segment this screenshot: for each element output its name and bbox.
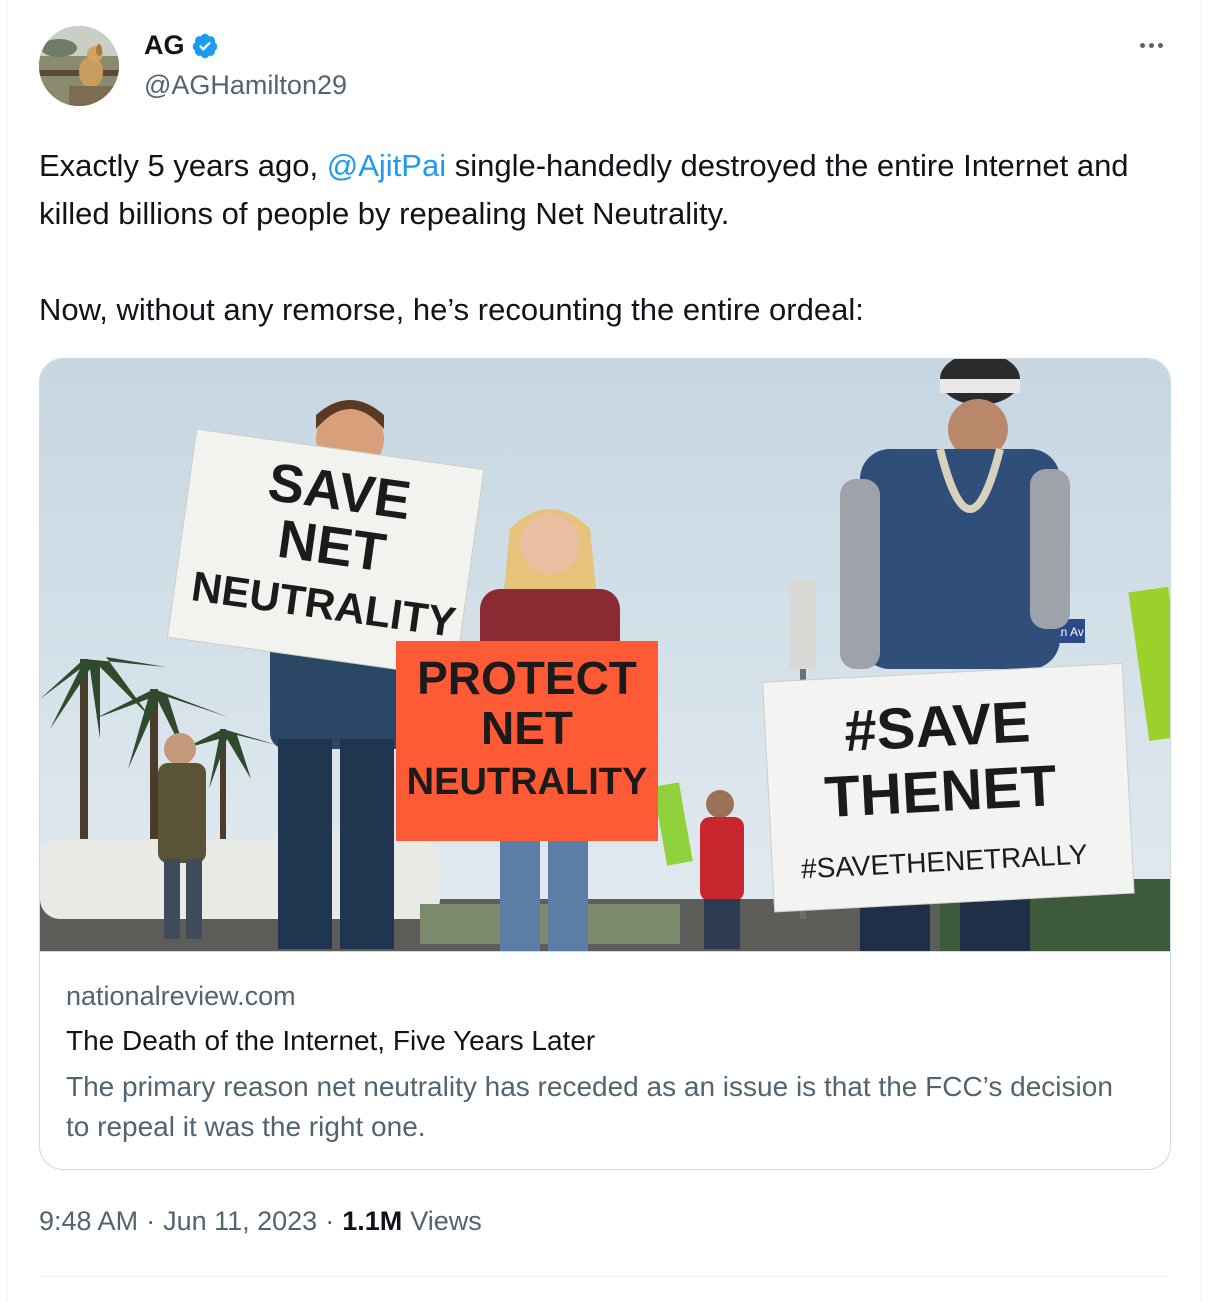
- verified-badge-icon[interactable]: [191, 32, 219, 60]
- card-title[interactable]: The Death of the Internet, Five Years La…: [66, 1025, 595, 1057]
- sign-right-line-1: #SAVE: [843, 689, 1032, 764]
- dot: [1148, 42, 1154, 48]
- sign-center-line-3: NEUTRALITY: [407, 761, 648, 803]
- dog-photo-avatar-icon: [39, 26, 119, 106]
- views-label[interactable]: Views: [410, 1206, 482, 1237]
- sign-right-line-2: THENET: [823, 753, 1058, 830]
- card-image[interactable]: Ocean Av: [40, 359, 1170, 952]
- sign-save-net-neutrality: SAVE NET NEUTRALITY: [166, 428, 485, 679]
- sign-center-line-2: NET: [481, 702, 573, 754]
- tweet-time[interactable]: 9:48 AM: [39, 1206, 138, 1237]
- dot: [1157, 42, 1163, 48]
- meta-separator: ·: [146, 1206, 156, 1236]
- card-description[interactable]: The primary reason net neutrality has re…: [66, 1067, 1126, 1147]
- card-domain[interactable]: nationalreview.com: [66, 981, 296, 1012]
- views-count[interactable]: 1.1M: [342, 1206, 402, 1237]
- sign-protect-net-neutrality: PROTECT NET NEUTRALITY: [396, 641, 658, 841]
- protest-photo: Ocean Av: [40, 359, 1170, 951]
- divider: [39, 1276, 1169, 1277]
- author-display-name[interactable]: AG: [144, 30, 185, 61]
- author-handle[interactable]: @AGHamilton29: [144, 70, 347, 101]
- author-name-row: AG: [144, 30, 219, 61]
- tweet-text-pre: Exactly 5 years ago,: [39, 148, 327, 183]
- tweet-paragraph-2: Now, without any remorse, he’s recountin…: [39, 292, 864, 327]
- tweet-text: Exactly 5 years ago, @AjitPai single-han…: [39, 142, 1149, 334]
- sign-save-the-net: #SAVE THENET #SAVETHENETRALLY: [762, 662, 1135, 913]
- sign-center-line-1: PROTECT: [417, 652, 637, 704]
- link-card[interactable]: Ocean Av: [39, 358, 1171, 1170]
- tweet-paragraph-1: Exactly 5 years ago, @AjitPai single-han…: [39, 142, 1149, 238]
- mention-link[interactable]: @AjitPai: [327, 148, 446, 183]
- tweet-meta: 9:48 AM · Jun 11, 2023 · 1.1M Views: [39, 1206, 482, 1237]
- meta-separator: ·: [325, 1206, 335, 1236]
- dot: [1139, 42, 1145, 48]
- tweet-date[interactable]: Jun 11, 2023: [163, 1206, 317, 1237]
- tweet-container: AG @AGHamilton29 Exactly 5 years ago, @A…: [6, 0, 1202, 1302]
- author-avatar[interactable]: [39, 26, 119, 106]
- ellipsis-icon[interactable]: [1131, 30, 1171, 60]
